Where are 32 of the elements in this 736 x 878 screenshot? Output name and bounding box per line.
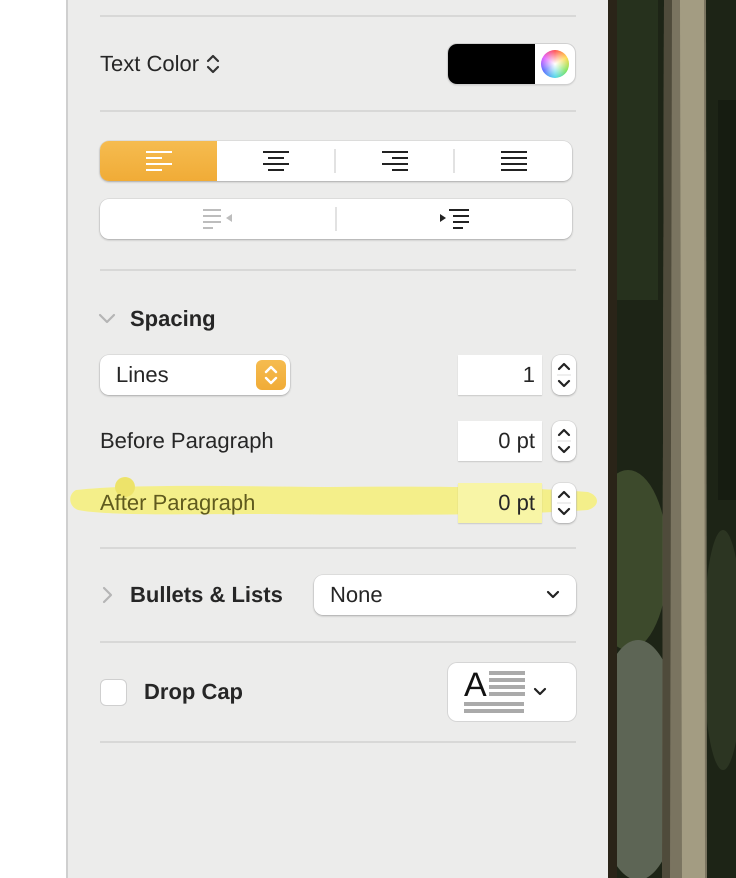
list-style-popup[interactable]: None	[314, 575, 576, 615]
stepper[interactable]	[552, 483, 576, 523]
up-down-chevron-icon[interactable]	[206, 52, 220, 74]
color-wheel-icon[interactable]	[541, 50, 569, 78]
align-right-icon	[382, 151, 408, 171]
section-heading: Spacing	[130, 305, 216, 333]
align-center-icon	[262, 151, 288, 171]
drop-cap-letter: A	[464, 670, 487, 698]
align-left-icon	[146, 151, 172, 171]
up-down-chevron-icon	[264, 364, 278, 386]
chevron-down-icon	[532, 687, 547, 697]
field-label: Before Paragraph	[100, 427, 274, 455]
number-field[interactable]: 0 pt	[458, 483, 542, 523]
color-well[interactable]	[448, 44, 575, 84]
section-heading: Bullets & Lists	[130, 581, 283, 609]
line-spacing-popup[interactable]: Lines	[100, 355, 290, 395]
chevron-down-icon	[546, 590, 560, 600]
color-swatch[interactable]	[448, 44, 535, 84]
text-lines-icon	[488, 670, 525, 696]
text-color-label: Text Color	[100, 50, 200, 78]
checkbox[interactable]	[100, 678, 127, 706]
stepper[interactable]	[552, 355, 576, 395]
field-label: After Paragraph	[100, 489, 256, 517]
text-lines-icon	[464, 702, 524, 714]
drop-cap-label: Drop Cap	[144, 678, 243, 706]
increase-indent-icon	[440, 209, 470, 229]
number-field[interactable]: 1	[458, 355, 542, 395]
number-field[interactable]: 0 pt	[458, 421, 542, 461]
stepper[interactable]	[552, 421, 576, 461]
drop-cap-style-picker[interactable]: A	[448, 663, 576, 721]
align-justify-icon	[500, 151, 526, 171]
decrease-indent-icon	[202, 209, 232, 229]
